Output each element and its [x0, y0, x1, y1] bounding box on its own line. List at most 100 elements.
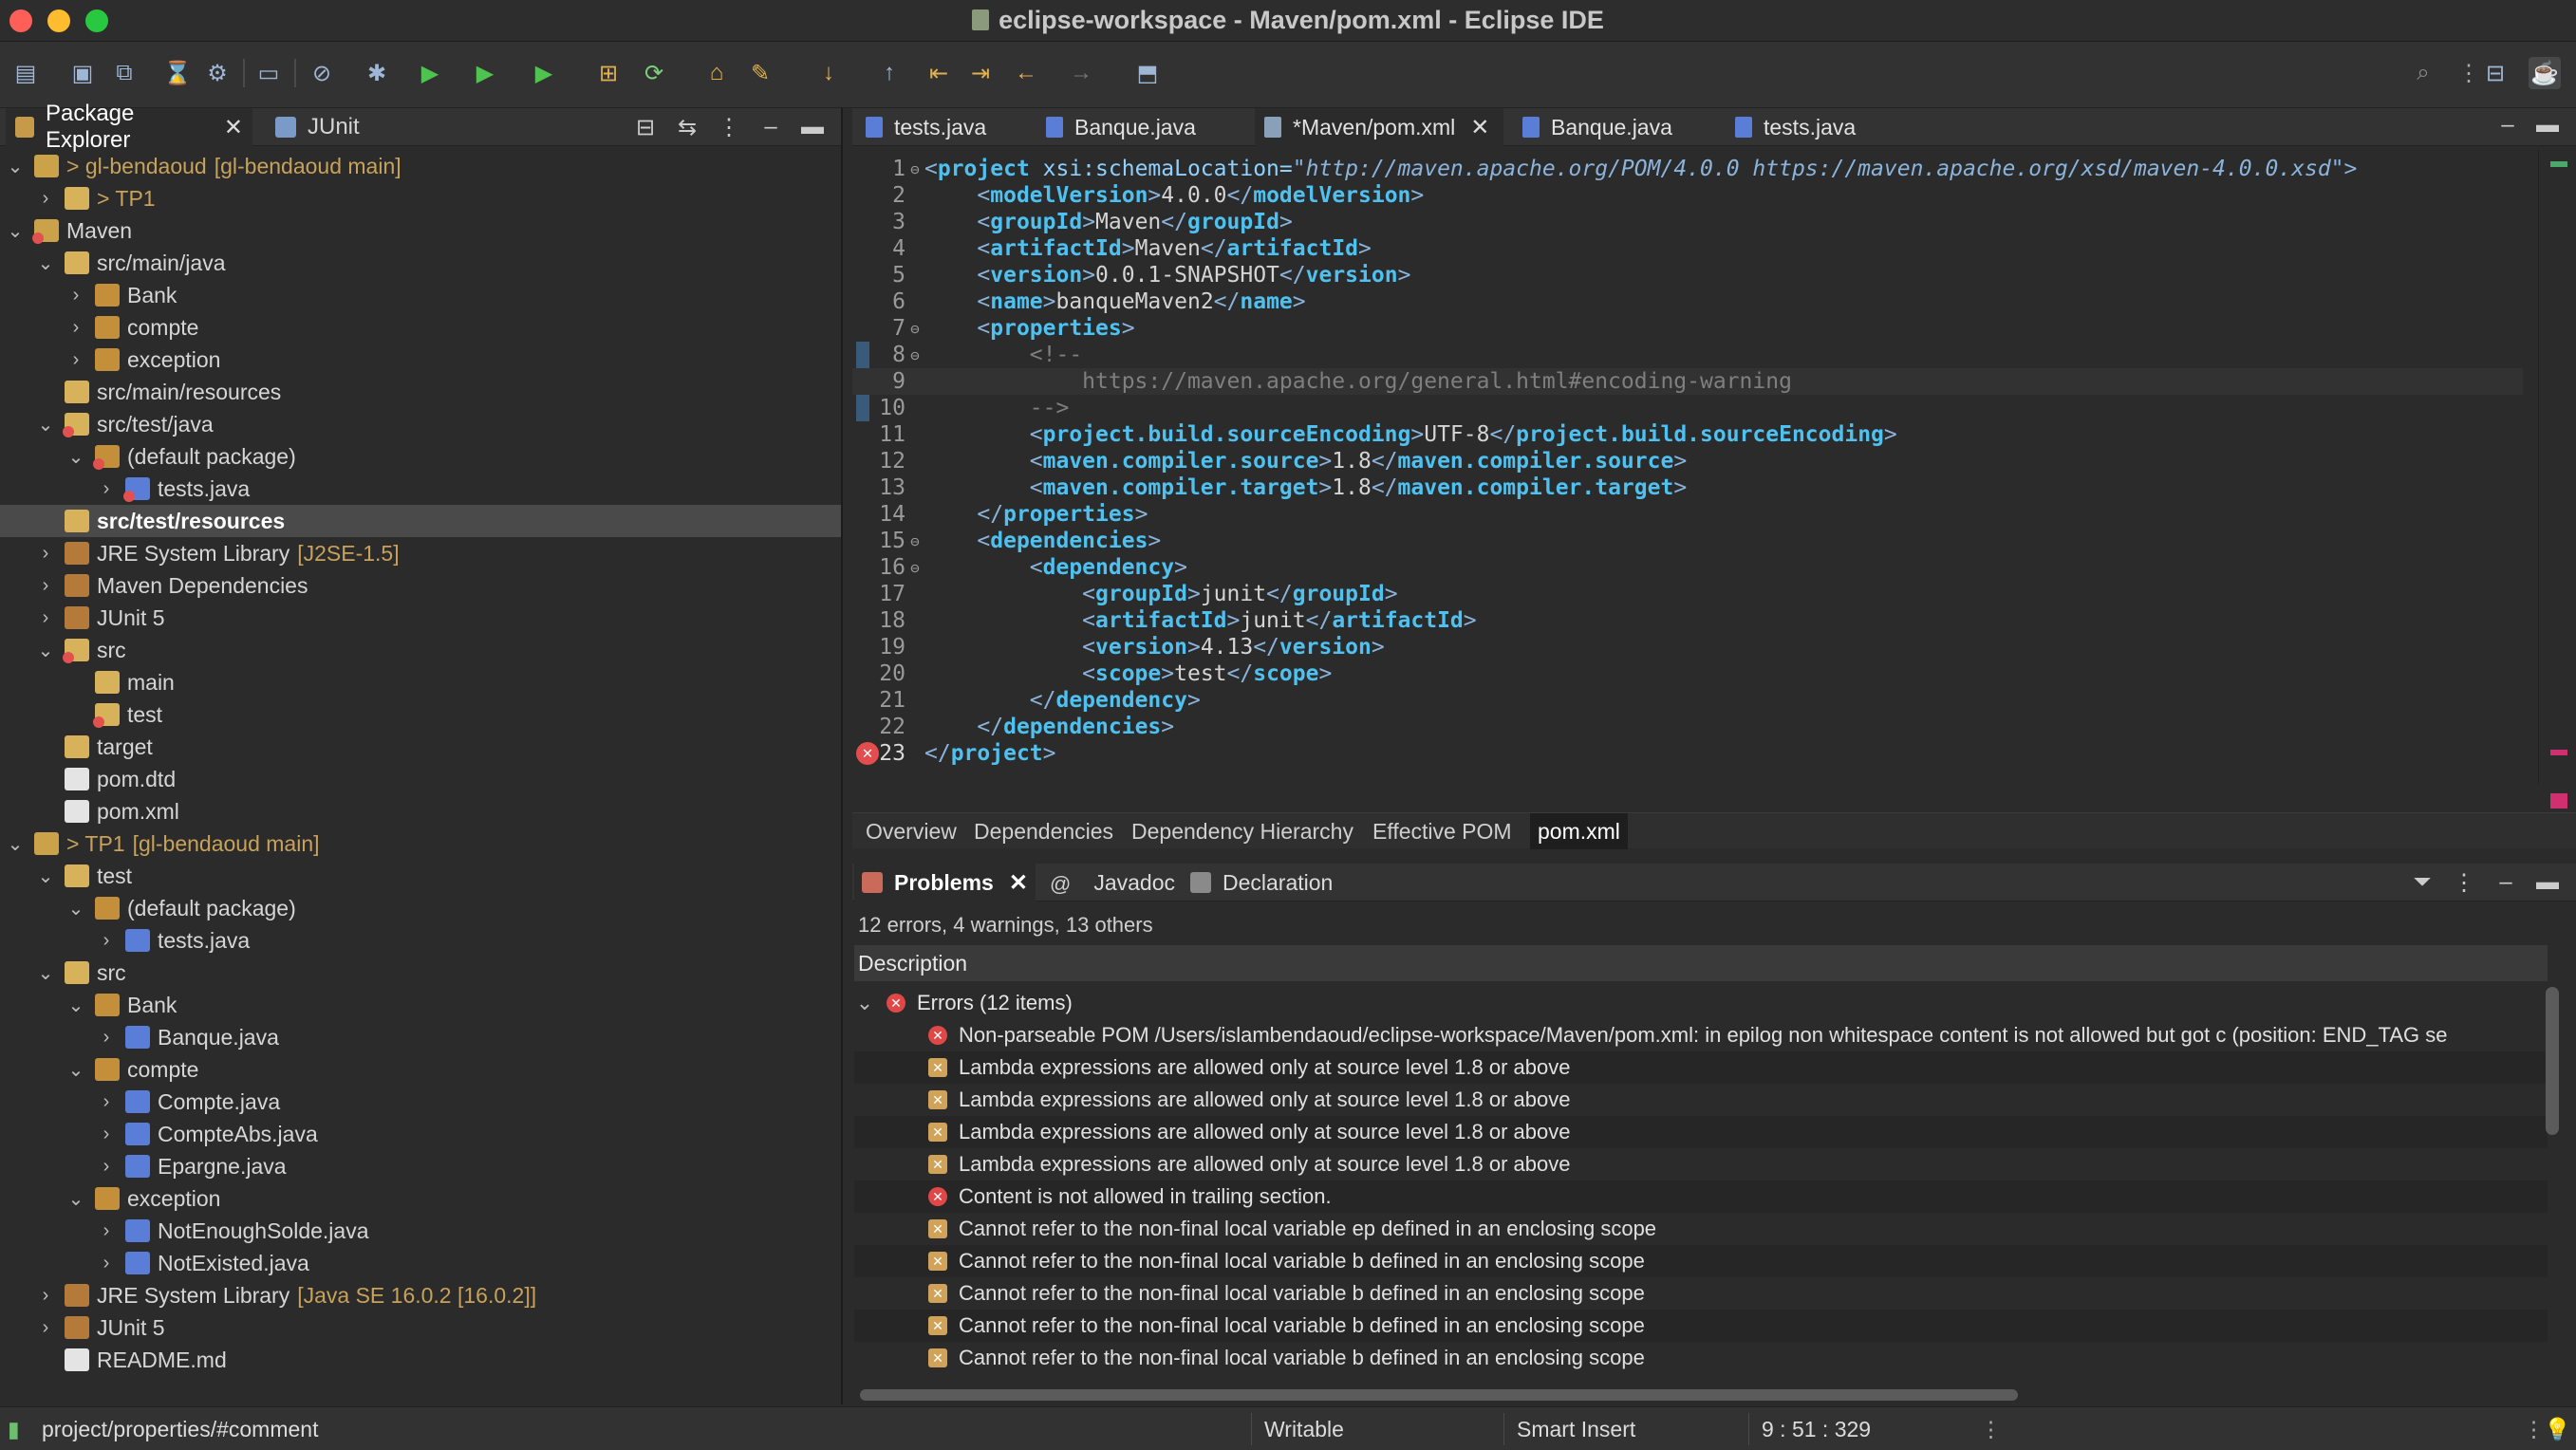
tree-node[interactable]: ⌄ exception: [0, 1182, 841, 1215]
error-marker-icon[interactable]: ✕: [856, 742, 879, 765]
tree-node[interactable]: › tests.java: [0, 473, 841, 505]
vertical-scrollbar[interactable]: [2546, 987, 2559, 1135]
tree-node[interactable]: ⌄ src/main/java: [0, 247, 841, 279]
overview-ruler[interactable]: [2538, 150, 2576, 809]
fold-toggle-icon[interactable]: ⊖: [905, 532, 924, 550]
tree-node[interactable]: › JUnit 5: [0, 602, 841, 634]
tree-node[interactable]: main: [0, 666, 841, 698]
new-class-icon[interactable]: ⟳: [638, 57, 670, 89]
perspective-icon[interactable]: ⊟: [2479, 57, 2511, 89]
chevron-down-icon[interactable]: ⌄: [36, 413, 55, 437]
save-icon[interactable]: ▣: [66, 57, 99, 89]
tab-javadoc[interactable]: @ Javadoc: [1042, 864, 1183, 902]
tree-node[interactable]: ⌄ Maven: [0, 214, 841, 247]
chevron-down-icon[interactable]: ⌄: [36, 864, 55, 888]
tree-node[interactable]: › compte: [0, 311, 841, 344]
tree-node[interactable]: src/test/resources: [0, 505, 841, 537]
tree-node[interactable]: › Bank: [0, 279, 841, 311]
chevron-right-icon[interactable]: ›: [36, 188, 55, 210]
tip-icon[interactable]: 💡: [2544, 1417, 2571, 1442]
fold-toggle-icon[interactable]: ⊖: [905, 346, 924, 364]
problem-row[interactable]: ✕ Cannot refer to the non-final local var…: [854, 1213, 2548, 1245]
maximize-icon[interactable]: ▬: [797, 112, 828, 142]
tree-node[interactable]: README.md: [0, 1344, 841, 1376]
tree-node[interactable]: › Banque.java: [0, 1021, 841, 1053]
problem-row[interactable]: ✕ Lambda expressions are allowed only at …: [854, 1051, 2548, 1084]
chevron-down-icon[interactable]: ⌄: [36, 251, 55, 275]
run-icon[interactable]: ▶: [414, 57, 446, 89]
chevron-down-icon[interactable]: ⌄: [66, 1187, 85, 1211]
tree-node[interactable]: pom.dtd: [0, 763, 841, 795]
problem-row[interactable]: ✕ Content is not allowed in trailing sect…: [854, 1180, 2548, 1213]
tree-node[interactable]: ⌄ src: [0, 957, 841, 989]
editor-tab[interactable]: tests.java: [1726, 108, 1915, 146]
tree-node[interactable]: ⌄ > gl-bendaoud [gl-bendaoud main]: [0, 150, 841, 182]
tab-problems[interactable]: Problems ✕: [854, 864, 1036, 902]
chevron-right-icon[interactable]: ›: [97, 1091, 116, 1113]
next-annotation-icon[interactable]: ↓: [812, 57, 845, 89]
tree-node[interactable]: › Compte.java: [0, 1086, 841, 1118]
view-menu-icon[interactable]: ⋮: [714, 112, 744, 142]
new-icon[interactable]: ▤: [9, 57, 42, 89]
pom-tab[interactable]: Effective POM: [1365, 813, 1520, 849]
tree-node[interactable]: › NotExisted.java: [0, 1247, 841, 1279]
fold-toggle-icon[interactable]: ⊖: [905, 320, 924, 338]
back-icon[interactable]: ←: [1010, 57, 1042, 89]
chevron-down-icon[interactable]: ⌄: [36, 639, 55, 662]
chevron-right-icon[interactable]: ›: [97, 1156, 116, 1178]
chevron-right-icon[interactable]: ›: [97, 1253, 116, 1274]
close-icon[interactable]: ✕: [1009, 869, 1028, 897]
open-perspective-icon[interactable]: ⬒: [1131, 57, 1164, 89]
java-perspective-icon[interactable]: ☕: [2529, 57, 2561, 89]
chevron-right-icon[interactable]: ›: [97, 1220, 116, 1242]
minimize-icon[interactable]: –: [2491, 867, 2521, 898]
tab-package-explorer[interactable]: Package Explorer ✕: [6, 101, 252, 153]
editor-tab[interactable]: tests.java: [856, 108, 1027, 146]
tree-node[interactable]: ⌄ (default package): [0, 440, 841, 473]
tree-node[interactable]: › JUnit 5: [0, 1311, 841, 1344]
open-type-icon[interactable]: ⌂: [700, 57, 733, 89]
tree-node[interactable]: › CompteAbs.java: [0, 1118, 841, 1150]
editor-tab[interactable]: Banque.java: [1513, 108, 1716, 146]
chevron-right-icon[interactable]: ›: [36, 543, 55, 565]
column-header-description[interactable]: Description: [854, 945, 2548, 981]
tree-node[interactable]: ⌄ (default package): [0, 892, 841, 924]
tree-node[interactable]: › NotEnoughSolde.java: [0, 1215, 841, 1247]
chevron-down-icon[interactable]: ⌄: [66, 1058, 85, 1082]
chevron-right-icon[interactable]: ›: [66, 317, 85, 339]
run-external-icon[interactable]: ▶: [528, 57, 560, 89]
external-tools-icon[interactable]: ⚙: [201, 57, 233, 89]
coverage-icon[interactable]: ▶: [469, 57, 501, 89]
pom-tab[interactable]: Dependencies: [966, 813, 1121, 849]
editor-tab[interactable]: *Maven/pom.xml ✕: [1255, 108, 1503, 146]
chevron-right-icon[interactable]: ›: [36, 1285, 55, 1307]
problem-row[interactable]: ✕ Cannot refer to the non-final local var…: [854, 1245, 2548, 1277]
tab-junit[interactable]: JUnit: [266, 108, 399, 146]
chevron-down-icon[interactable]: ⌄: [66, 994, 85, 1017]
chevron-right-icon[interactable]: ›: [66, 349, 85, 371]
tree-node[interactable]: › Maven Dependencies: [0, 569, 841, 602]
tree-node[interactable]: ⌄ > TP1 [gl-bendaoud main]: [0, 827, 841, 860]
chevron-down-icon[interactable]: ⌄: [6, 155, 25, 178]
close-icon[interactable]: ✕: [224, 114, 243, 141]
skip-breakpoints-icon[interactable]: ⊘: [306, 57, 338, 89]
maximize-icon[interactable]: ▬: [2532, 867, 2563, 898]
pom-tab[interactable]: Overview: [858, 813, 964, 849]
minimize-icon[interactable]: –: [2492, 110, 2523, 140]
problem-row[interactable]: ✕ Lambda expressions are allowed only at …: [854, 1148, 2548, 1180]
view-menu-icon[interactable]: ⋮: [2449, 867, 2479, 898]
chevron-right-icon[interactable]: ›: [36, 607, 55, 629]
fold-toggle-icon[interactable]: ⊖: [905, 160, 924, 178]
previous-annotation-icon[interactable]: ↑: [873, 57, 905, 89]
tree-node[interactable]: pom.xml: [0, 795, 841, 827]
problem-row[interactable]: ✕ Cannot refer to the non-final local var…: [854, 1277, 2548, 1310]
xml-source-editor[interactable]: 1 ⊖ <project xsi:schemaLocation="http://ma…: [852, 150, 2523, 784]
minimize-icon[interactable]: –: [756, 112, 786, 142]
search-icon[interactable]: ⌕: [2407, 57, 2439, 89]
tree-node[interactable]: › JRE System Library [J2SE-1.5]: [0, 537, 841, 569]
tree-node[interactable]: › JRE System Library [Java SE 16.0.2 [16.0…: [0, 1279, 841, 1311]
chevron-right-icon[interactable]: ›: [97, 1027, 116, 1049]
tree-node[interactable]: ⌄ compte: [0, 1053, 841, 1086]
tree-node[interactable]: test: [0, 698, 841, 731]
pom-tab[interactable]: pom.xml: [1530, 813, 1628, 849]
